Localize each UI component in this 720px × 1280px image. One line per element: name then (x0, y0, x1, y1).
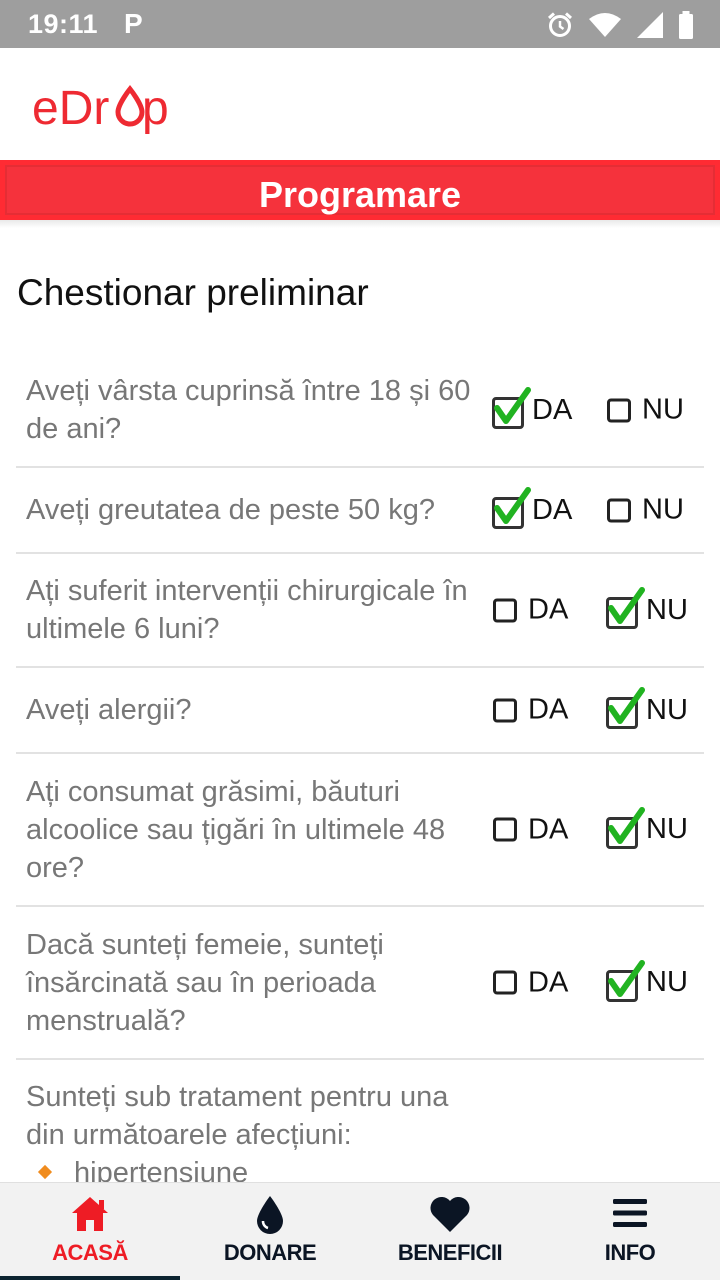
checkbox-da[interactable] (490, 595, 520, 625)
question-row: Aveți vârsta cuprinsă între 18 și 60 de … (16, 354, 704, 468)
option-da[interactable]: DA (490, 694, 568, 727)
option-nu[interactable]: NU (604, 587, 688, 629)
option-da[interactable]: DA (490, 966, 568, 999)
question-text: Ați consumat grăsimi, băuturi alcoolice … (26, 775, 446, 884)
option-label-da: DA (528, 813, 569, 845)
option-label-da: DA (528, 693, 569, 726)
checkmark-icon (608, 587, 645, 624)
bottom-nav: ACASĂ DONARE BENEFICII INFO (0, 1182, 720, 1280)
checkmark-icon (608, 806, 645, 844)
checkmark-icon (608, 959, 645, 997)
question-text: Ați suferit intervenții chirurgicale în … (26, 575, 468, 645)
checkbox-da[interactable] (490, 815, 520, 845)
status-icons (546, 10, 694, 40)
option-nu[interactable]: NU (604, 806, 688, 849)
option-nu[interactable]: NU (604, 687, 688, 729)
option-label-nu: NU (646, 593, 688, 626)
signal-icon (637, 12, 663, 38)
bullet-diamond-icon (37, 1164, 53, 1180)
question-text: Aveți alergii? (26, 694, 192, 726)
checkbox-da[interactable] (490, 968, 520, 998)
option-nu[interactable]: NU (604, 494, 684, 527)
checkbox-nu-checked[interactable] (604, 587, 645, 629)
option-da[interactable]: DA (490, 487, 573, 529)
checkmark-icon (608, 687, 645, 724)
heart-icon (430, 1196, 470, 1232)
nav-item-donare[interactable]: DONARE (180, 1183, 360, 1280)
checkbox-nu-checked[interactable] (604, 687, 645, 729)
question-row: Aveți greutatea de peste 50 kg? DA NU (16, 468, 704, 554)
svg-text:p: p (142, 82, 169, 135)
alarm-icon (547, 12, 573, 37)
checkbox-da-checked[interactable] (490, 387, 531, 429)
checkbox-nu-checked[interactable] (604, 959, 645, 1002)
question-row: Aveți alergii? DA NU (16, 668, 704, 754)
nav-label: INFO (604, 1240, 656, 1265)
question-text: Dacă sunteți femeie, sunteți însărcinată… (26, 928, 384, 1037)
menu-icon (613, 1199, 647, 1227)
option-label-nu: NU (642, 493, 684, 526)
option-label-da: DA (528, 966, 569, 998)
battery-icon (679, 11, 693, 39)
active-tab-indicator (0, 1276, 180, 1280)
app-header: eDr p (0, 48, 720, 160)
option-label-nu: NU (646, 966, 688, 998)
nav-item-info[interactable]: INFO (540, 1183, 720, 1280)
nav-item-beneficii[interactable]: BENEFICII (360, 1183, 540, 1280)
question-text: Aveți vârsta cuprinsă între 18 și 60 de … (26, 375, 471, 445)
option-label-nu: NU (646, 693, 688, 726)
svg-text:eDr: eDr (32, 82, 109, 135)
questionnaire: Aveți vârsta cuprinsă între 18 și 60 de … (16, 354, 704, 1192)
question-row: Ați consumat grăsimi, băuturi alcoolice … (16, 754, 704, 907)
option-label-da: DA (528, 593, 569, 626)
checkbox-nu[interactable] (604, 395, 634, 425)
checkmark-icon (494, 387, 531, 424)
option-da[interactable]: DA (490, 387, 573, 429)
page-title: Programare (258, 174, 462, 215)
checkmark-icon (494, 487, 531, 524)
question-text: Sunteți sub tratament pentru una din urm… (26, 1081, 449, 1151)
nav-item-acasa[interactable]: ACASĂ (0, 1183, 180, 1280)
question-row: Dacă sunteți femeie, sunteți însărcinată… (16, 907, 704, 1060)
option-label-da: DA (532, 393, 573, 426)
checkbox-nu[interactable] (604, 495, 634, 525)
banner-shadow (0, 220, 720, 228)
nav-label: ACASĂ (52, 1240, 128, 1265)
checkbox-nu-checked[interactable] (604, 806, 645, 849)
option-nu[interactable]: NU (604, 959, 688, 1002)
status-bar: 19:11 P (0, 0, 720, 48)
option-nu[interactable]: NU (604, 394, 684, 427)
wifi-icon (589, 13, 621, 37)
drop-icon (257, 1196, 283, 1234)
option-da[interactable]: DA (490, 813, 568, 846)
question-row: Ați suferit intervenții chirurgicale în … (16, 554, 704, 668)
status-time: 19:11 (28, 9, 99, 39)
option-label-da: DA (532, 493, 573, 526)
nav-label: DONARE (223, 1240, 317, 1265)
option-da[interactable]: DA (490, 594, 568, 627)
question-row: Sunteți sub tratament pentru una din urm… (16, 1060, 704, 1192)
home-icon (72, 1197, 108, 1231)
checkbox-da-checked[interactable] (490, 487, 531, 529)
title-banner: Programare (0, 160, 720, 220)
option-label-nu: NU (642, 393, 684, 426)
question-text: Aveți greutatea de peste 50 kg? (26, 494, 435, 526)
checkbox-da[interactable] (490, 695, 520, 725)
section-title: Chestionar preliminar (17, 272, 369, 313)
edrop-logo: eDr p (32, 82, 169, 135)
notification-p-icon: P (124, 8, 143, 39)
nav-label: BENEFICII (397, 1240, 503, 1265)
option-label-nu: NU (646, 813, 688, 845)
